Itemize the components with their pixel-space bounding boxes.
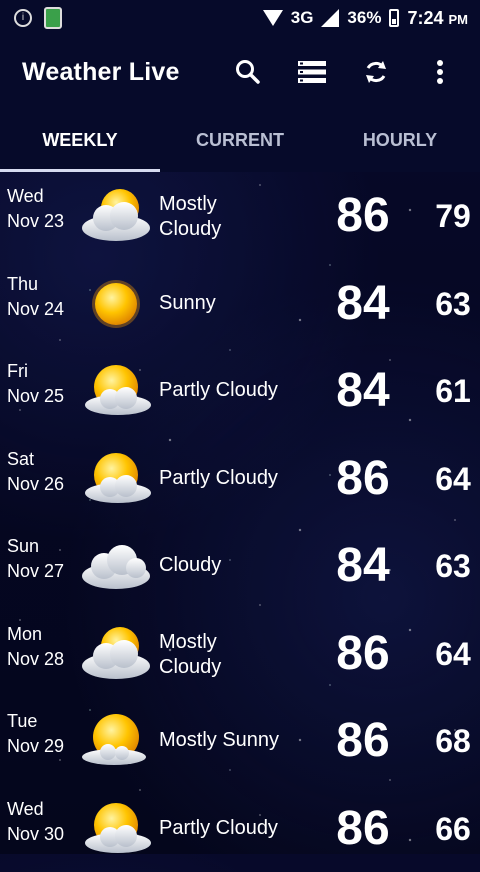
battery-percent: 36% — [347, 8, 381, 28]
low-temp: 64 — [428, 461, 478, 498]
day-name: Tue — [7, 709, 64, 734]
signal-icon — [321, 9, 339, 27]
tab-bar: WEEKLY CURRENT HOURLY — [0, 108, 480, 172]
day-name: Thu — [7, 272, 64, 297]
status-bar: i 3G 36% 7:24 PM — [0, 0, 480, 36]
high-temp: 86 — [326, 626, 400, 681]
low-temp: 63 — [428, 548, 478, 585]
location-list-button[interactable] — [280, 44, 344, 100]
weekly-forecast-list: Wed Nov 23 Mostly Cloudy 86 79 Thu Nov 2… — [0, 172, 480, 872]
list-icon — [297, 59, 327, 85]
cloudy-icon — [80, 536, 152, 596]
low-temp: 66 — [428, 811, 478, 848]
partly-cloudy-icon — [80, 799, 152, 859]
forecast-row[interactable]: Sun Nov 27 Cloudy 84 63 — [0, 522, 480, 610]
condition-line-1: Partly Cloudy — [159, 816, 309, 841]
forecast-row[interactable]: Mon Nov 28 Mostly Cloudy 86 64 — [0, 610, 480, 698]
wifi-icon — [263, 10, 283, 26]
condition-line-1: Partly Cloudy — [159, 378, 309, 403]
app-title: Weather Live — [0, 58, 180, 87]
info-icon: i — [14, 9, 32, 27]
sunny-icon — [80, 274, 152, 334]
day-date: Nov 26 — [7, 472, 64, 497]
overflow-menu-button[interactable] — [408, 44, 472, 100]
more-vert-icon — [436, 59, 444, 85]
low-temp: 61 — [428, 373, 478, 410]
day-date: Nov 29 — [7, 734, 64, 759]
high-temp: 84 — [326, 538, 400, 593]
high-temp: 86 — [326, 188, 400, 243]
day-name: Mon — [7, 622, 64, 647]
tab-current[interactable]: CURRENT — [160, 108, 320, 172]
condition-line-2: Cloudy — [159, 655, 309, 680]
partly-cloudy-icon — [80, 449, 152, 509]
high-temp: 86 — [326, 451, 400, 506]
day-date: Nov 30 — [7, 822, 64, 847]
search-button[interactable] — [216, 44, 280, 100]
mostly-cloudy-icon — [80, 186, 152, 246]
day-name: Sun — [7, 534, 64, 559]
notification-app-icon — [44, 7, 62, 29]
search-icon — [235, 59, 261, 85]
refresh-icon — [363, 59, 389, 85]
partly-cloudy-icon — [80, 361, 152, 421]
forecast-row[interactable]: Tue Nov 29 Mostly Sunny 86 68 — [0, 697, 480, 785]
mostly-sunny-icon — [80, 711, 152, 771]
forecast-row[interactable]: Sat Nov 26 Partly Cloudy 86 64 — [0, 435, 480, 523]
forecast-row[interactable]: Thu Nov 24 Sunny 84 63 — [0, 260, 480, 348]
condition-line-1: Partly Cloudy — [159, 466, 309, 491]
low-temp: 79 — [428, 198, 478, 235]
condition-line-1: Mostly — [159, 630, 309, 655]
day-date: Nov 23 — [7, 209, 64, 234]
day-date: Nov 24 — [7, 297, 64, 322]
tab-weekly[interactable]: WEEKLY — [0, 108, 160, 172]
day-name: Wed — [7, 797, 64, 822]
forecast-row[interactable]: Wed Nov 23 Mostly Cloudy 86 79 — [0, 172, 480, 260]
condition-line-2: Cloudy — [159, 217, 309, 242]
low-temp: 64 — [428, 636, 478, 673]
day-date: Nov 28 — [7, 647, 64, 672]
low-temp: 63 — [428, 286, 478, 323]
condition-line-1: Mostly — [159, 192, 309, 217]
forecast-row[interactable]: Fri Nov 25 Partly Cloudy 84 61 — [0, 347, 480, 435]
mostly-cloudy-icon — [80, 624, 152, 684]
day-name: Sat — [7, 447, 64, 472]
app-bar: Weather Live — [0, 36, 480, 108]
day-name: Wed — [7, 184, 64, 209]
day-name: Fri — [7, 359, 64, 384]
low-temp: 68 — [428, 723, 478, 760]
network-type: 3G — [291, 8, 314, 28]
forecast-row[interactable]: Wed Nov 30 Partly Cloudy 86 66 — [0, 785, 480, 872]
high-temp: 84 — [326, 276, 400, 331]
condition-line-1: Sunny — [159, 291, 309, 316]
day-date: Nov 25 — [7, 384, 64, 409]
day-date: Nov 27 — [7, 559, 64, 584]
battery-icon — [389, 9, 399, 27]
condition-line-1: Cloudy — [159, 553, 309, 578]
refresh-button[interactable] — [344, 44, 408, 100]
tab-hourly[interactable]: HOURLY — [320, 108, 480, 172]
condition-line-1: Mostly Sunny — [159, 728, 309, 753]
status-time: 7:24 PM — [407, 8, 468, 29]
high-temp: 86 — [326, 801, 400, 856]
high-temp: 84 — [326, 363, 400, 418]
high-temp: 86 — [326, 713, 400, 768]
